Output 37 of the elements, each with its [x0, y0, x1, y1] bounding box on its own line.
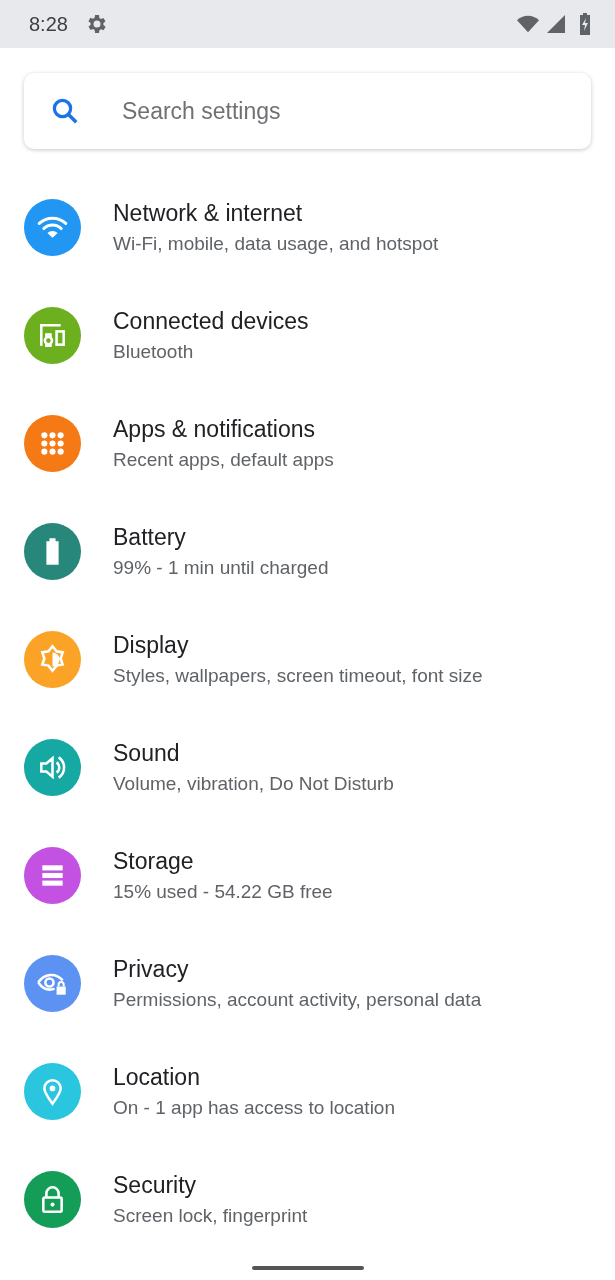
item-title: Network & internet: [113, 199, 304, 227]
settings-item[interactable]: Sound Volume, vibration, Do Not Disturb: [0, 713, 615, 821]
settings-item[interactable]: Apps & notifications Recent apps, default apps: [0, 389, 615, 497]
item-title: Sound: [113, 739, 181, 767]
item-title: Apps & notifications: [113, 415, 316, 443]
item-summary: Styles, wallpapers, screen timeout, font size: [113, 664, 483, 687]
search-field[interactable]: Search settings: [120, 96, 591, 126]
settings-item[interactable]: Connected devices Bluetooth: [0, 281, 615, 389]
item-title: Display: [113, 631, 190, 659]
item-title: Privacy: [113, 955, 190, 983]
item-title: Storage: [113, 847, 195, 875]
item-summary: Screen lock, fingerprint: [113, 1204, 308, 1227]
item-title: Connected devices: [113, 307, 309, 335]
cell-signal-icon: [545, 14, 567, 34]
item-summary: 15% used - 54.22 GB free: [113, 880, 333, 903]
search-icon: [50, 96, 80, 126]
item-summary: On - 1 app has access to location: [113, 1096, 395, 1119]
settings-item[interactable]: Location On - 1 app has access to location: [0, 1037, 615, 1145]
item-summary: Permissions, account activity, personal data: [113, 988, 482, 1011]
settings-item[interactable]: Privacy Permissions, account activity, personal data: [0, 929, 615, 1037]
item-title: Security: [113, 1171, 198, 1199]
item-summary: Bluetooth: [113, 340, 195, 363]
settings-item[interactable]: Display Styles, wallpapers, screen timeout, font size: [0, 605, 615, 713]
settings-item[interactable]: Security Screen lock, fingerprint: [0, 1145, 615, 1253]
item-summary: Recent apps, default apps: [113, 448, 334, 471]
item-summary: Wi-Fi, mobile, data usage, and hotspot: [113, 232, 439, 255]
home-handle[interactable]: [252, 1266, 364, 1270]
settings-item[interactable]: Storage 15% used - 54.22 GB free: [0, 821, 615, 929]
settings-item[interactable]: Network & internet Wi-Fi, mobile, data usage, and hotspot: [0, 173, 615, 281]
clock: 8:28: [29, 12, 68, 36]
settings-item[interactable]: Battery 99% - 1 min until charged: [0, 497, 615, 605]
wifi-signal-icon: [517, 14, 539, 34]
item-title: Battery: [113, 523, 187, 551]
item-title: Location: [113, 1063, 201, 1091]
battery-charging-icon: [579, 13, 591, 35]
item-summary: Volume, vibration, Do Not Disturb: [113, 772, 394, 795]
item-summary: 99% - 1 min until charged: [113, 556, 329, 579]
